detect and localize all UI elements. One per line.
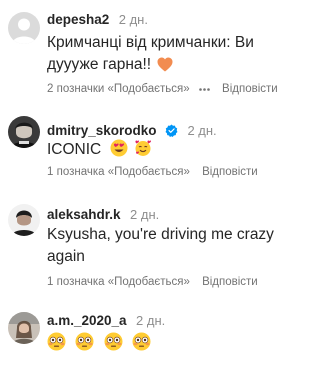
comment-item: aleksahdr.k 2 дн. Ksyusha, you're drivin… <box>0 188 288 300</box>
more-options-icon[interactable] <box>199 82 210 94</box>
smiling-face-with-hearts-icon <box>134 139 152 164</box>
avatar-dmitry-skorodko[interactable] <box>8 116 40 148</box>
comment-meta: 1 позначка «Подобається» Відповісти <box>47 166 258 178</box>
username-link[interactable]: dmitry_skorodko <box>47 123 157 138</box>
comment-header: aleksahdr.k 2 дн. <box>47 206 159 224</box>
username-link[interactable]: aleksahdr.k <box>47 207 121 222</box>
profile-photo-icon <box>8 116 40 148</box>
comment-header: a.m._2020_a 2 дн. <box>47 312 165 330</box>
reply-button[interactable]: Відповісти <box>202 276 258 288</box>
comment-text: Ksyusha, you're driving me crazy again <box>47 224 277 268</box>
likes-count[interactable]: 1 позначка «Подобається» <box>47 166 190 178</box>
comment-text: ICONIC <box>47 139 282 164</box>
comment-meta: 2 позначки «Подобається» Відповісти <box>47 82 278 95</box>
comment-meta: 1 позначка «Подобається» Відповісти <box>47 276 258 288</box>
comment-item: dmitry_skorodko 2 дн. ICONIC 1 позначка … <box>0 100 288 188</box>
comment-text <box>47 332 282 358</box>
avatar-depesha2[interactable] <box>8 12 40 44</box>
flushed-face-icon <box>104 332 123 358</box>
comment-body: ICONIC <box>47 141 102 158</box>
comment-text: Кримчанці від кримчанки: Ви дуууже гарна… <box>47 32 282 79</box>
comment-time: 2 дн. <box>118 12 148 27</box>
likes-count[interactable]: 2 позначки «Подобається» <box>47 83 190 95</box>
profile-photo-icon <box>8 204 40 236</box>
username-link[interactable]: depesha2 <box>47 12 109 27</box>
avatar-aleksahdr-k[interactable] <box>8 204 40 236</box>
comment-item: a.m._2020_a 2 дн. <box>0 300 288 380</box>
flushed-face-icon <box>75 332 94 358</box>
username-link[interactable]: a.m._2020_a <box>47 313 127 328</box>
orange-heart-icon <box>157 57 173 79</box>
smiling-face-with-heart-eyes-icon <box>110 139 128 164</box>
flushed-face-icon <box>132 332 151 358</box>
default-avatar-icon <box>8 12 40 44</box>
flushed-face-icon <box>47 332 66 358</box>
comment-body: Кримчанці від кримчанки: Ви дуууже гарна… <box>47 34 254 73</box>
comment-item: depesha2 2 дн. Кримчанці від кримчанки: … <box>0 0 288 100</box>
comment-header: depesha2 2 дн. <box>47 11 148 29</box>
avatar-a-m-2020-a[interactable] <box>8 312 40 344</box>
reply-button[interactable]: Відповісти <box>202 166 258 178</box>
comment-body: Ksyusha, you're driving me crazy again <box>47 226 274 265</box>
comment-time: 2 дн. <box>136 313 166 328</box>
comment-time: 2 дн. <box>130 207 160 222</box>
profile-photo-icon <box>8 312 40 344</box>
likes-count[interactable]: 1 позначка «Подобається» <box>47 276 190 288</box>
reply-button[interactable]: Відповісти <box>222 83 278 95</box>
comment-time: 2 дн. <box>187 123 217 138</box>
